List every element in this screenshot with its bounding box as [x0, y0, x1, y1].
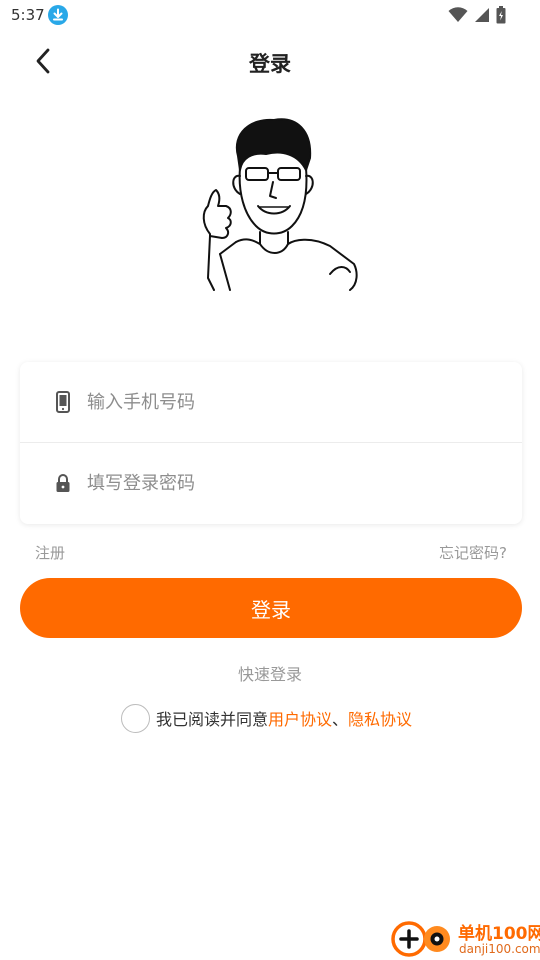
status-time: 5:37: [11, 6, 45, 24]
lock-icon: [56, 474, 70, 492]
agreement-text: 我已阅读并同意: [156, 710, 269, 729]
agreement-separator: 、: [332, 710, 349, 729]
watermark: 单机100网 danji100.com: [390, 918, 540, 960]
battery-icon: [496, 6, 506, 24]
watermark-logo-icon: [391, 921, 450, 957]
login-button[interactable]: 登录: [20, 578, 522, 638]
login-form: [20, 362, 522, 524]
agreement-checkbox[interactable]: [121, 703, 150, 733]
user-agreement-link[interactable]: 用户协议: [268, 706, 332, 730]
page-title: 登录: [249, 52, 291, 76]
phone-row: [20, 362, 522, 443]
signal-icon: [475, 8, 489, 22]
watermark-title: 单机100网: [458, 924, 540, 944]
register-link[interactable]: 注册: [35, 542, 65, 563]
phone-input[interactable]: [87, 382, 497, 422]
status-bar: 5:37: [0, 0, 540, 30]
status-icons: [448, 6, 506, 24]
password-row: [20, 443, 522, 524]
download-icon: [48, 5, 68, 25]
watermark-url: danji100.com: [459, 942, 540, 956]
password-input[interactable]: [87, 463, 497, 503]
quick-login-link[interactable]: 快速登录: [0, 661, 540, 685]
phone-icon: [56, 391, 70, 413]
nav-bar: 登录: [0, 36, 540, 88]
avatar: [202, 118, 358, 291]
wifi-icon: [448, 7, 468, 22]
privacy-policy-link[interactable]: 隐私协议: [348, 706, 412, 730]
agreement-row: 我已阅读并同意 用户协议 、 隐私协议: [121, 703, 412, 733]
forgot-password-link[interactable]: 忘记密码?: [439, 542, 507, 563]
